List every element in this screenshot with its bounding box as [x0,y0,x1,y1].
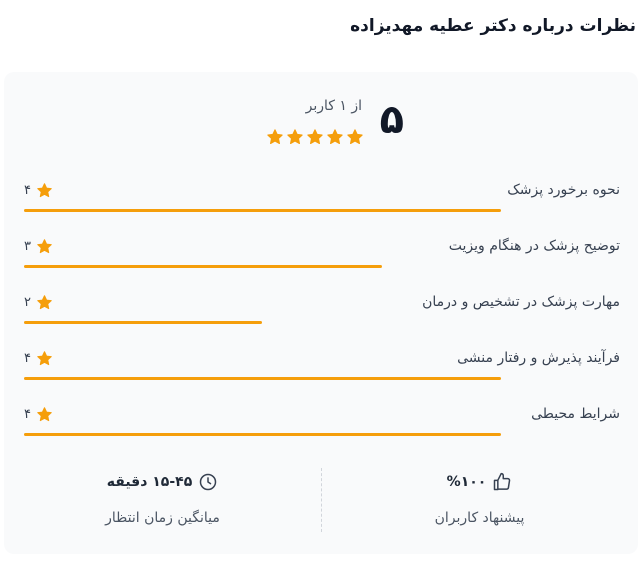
overall-score: ۵ [379,97,404,143]
wait-time-caption: میانگین زمان انتظار [105,510,220,526]
rating-bar-fill [24,265,382,268]
star-icon [36,238,53,255]
rating-label: نحوه برخورد پزشک [507,182,620,198]
recommend-stat: %۱۰۰ پیشنهاد کاربران [321,464,638,544]
stats-divider [321,468,322,532]
rating-bar [24,433,620,436]
rating-row: توضیح پزشک در هنگام ویزیت ۳ [24,234,620,290]
star-icon [286,128,304,146]
rating-bar-fill [24,433,501,436]
rating-bar [24,321,620,324]
rating-label: فرآیند پذیرش و رفتار منشی [457,350,620,366]
ratings-card: ۵ از ۱ کاربر نحوه برخورد پزشک ۴ توضیح پزشک… [4,72,638,554]
rating-bar [24,377,620,380]
rating-score-value: ۴ [24,351,31,366]
page-title: نظرات درباره دکتر عطیه مهدیزاده [350,16,636,36]
star-icon [36,350,53,367]
rating-label: توضیح پزشک در هنگام ویزیت [448,238,620,254]
rating-score: ۴ [24,406,53,423]
rating-bar [24,209,620,212]
wait-time-stat: ۱۵-۴۵ دقیقه میانگین زمان انتظار [4,464,321,544]
rating-score: ۴ [24,182,53,199]
star-icon [36,294,53,311]
star-icon [266,128,284,146]
recommend-caption: پیشنهاد کاربران [434,510,525,526]
rating-label: شرایط محیطی [531,406,620,422]
rating-score-value: ۳ [24,239,31,254]
thumbs-up-icon [492,472,512,492]
rating-score: ۲ [24,294,53,311]
star-icon [36,406,53,423]
rating-rows: نحوه برخورد پزشک ۴ توضیح پزشک در هنگام ویز… [24,178,620,458]
rating-bar-fill [24,209,501,212]
stats-section: %۱۰۰ پیشنهاد کاربران ۱۵-۴۵ دقیقه میانگین… [4,464,638,544]
rating-bar [24,265,620,268]
rating-row: مهارت پزشک در تشخیص و درمان ۲ [24,290,620,346]
star-icon [36,182,53,199]
star-icon [346,128,364,146]
overall-score-caption: از ۱ کاربر [305,98,362,114]
rating-score: ۳ [24,238,53,255]
wait-time-value: ۱۵-۴۵ دقیقه [106,474,193,490]
rating-score-value: ۴ [24,407,31,422]
rating-bar-fill [24,377,501,380]
rating-score-value: ۴ [24,183,31,198]
rating-score: ۴ [24,350,53,367]
rating-row: فرآیند پذیرش و رفتار منشی ۴ [24,346,620,402]
recommend-value: %۱۰۰ [446,474,487,490]
rating-score-value: ۲ [24,295,31,310]
rating-label: مهارت پزشک در تشخیص و درمان [422,294,620,310]
overall-stars [266,128,364,146]
rating-row: نحوه برخورد پزشک ۴ [24,178,620,234]
clock-icon [198,472,218,492]
rating-row: شرایط محیطی ۴ [24,402,620,458]
star-icon [326,128,344,146]
star-icon [306,128,324,146]
rating-bar-fill [24,321,262,324]
